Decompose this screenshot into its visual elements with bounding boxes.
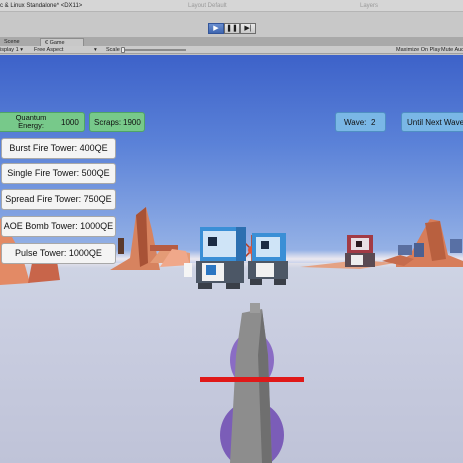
burst-fire-tower-button[interactable]: Burst Fire Tower: 400QE	[1, 138, 116, 159]
energy-value: 1000	[61, 118, 79, 127]
playback-controls: ▶ ❚❚ ▶|	[208, 23, 256, 34]
mute-audio-toggle[interactable]: Mute Aud	[441, 46, 463, 54]
wave-value: 2	[371, 118, 376, 127]
robot-enemy-distant	[345, 235, 375, 267]
next-wave-panel: Until Next Wave:	[401, 112, 463, 132]
robot-enemy-left	[196, 227, 246, 289]
robot-enemy-center	[248, 233, 288, 285]
tab-scene-label: Scene	[4, 39, 20, 45]
scraps-label: Scraps:	[94, 118, 122, 127]
aspect-dropdown-value: Free Aspect	[34, 47, 64, 53]
layout-ghost-text: Layout Default	[188, 3, 227, 9]
view-tabbar: Scene € Game	[0, 38, 463, 46]
pulse-tower-button[interactable]: Pulse Tower: 1000QE	[1, 243, 116, 264]
tab-game[interactable]: € Game	[40, 38, 84, 46]
game-view-controls: isplay 1 ▾ Free Aspect ▾ Scale Maximize …	[0, 46, 463, 54]
right-mesa-cluster	[300, 219, 463, 269]
display-dropdown[interactable]: isplay 1 ▾	[0, 46, 23, 54]
game-viewport[interactable]: Quantum Energy: 1000 Scraps: 1900 Wave: …	[0, 55, 463, 463]
scraps-panel: Scraps: 1900	[89, 112, 145, 132]
aspect-chevron-down-icon[interactable]: ▾	[94, 46, 97, 54]
aspect-dropdown[interactable]: Free Aspect	[34, 46, 63, 54]
spread-fire-tower-button[interactable]: Spread Fire Tower: 750QE	[1, 189, 116, 210]
player-weapon	[220, 303, 284, 463]
editor-toolbar: ▶ ❚❚ ▶|	[0, 12, 463, 38]
play-button[interactable]: ▶	[208, 23, 224, 34]
energy-label: Quantum Energy:	[15, 113, 47, 130]
window-titlebar: c & Linux Standalone* <DX11> Layout Defa…	[0, 0, 463, 12]
layers-ghost-text: Layers	[360, 3, 379, 9]
next-wave-label: Until Next Wave:	[407, 118, 463, 127]
pause-button[interactable]: ❚❚	[224, 23, 240, 34]
chevron-down-icon: ▾	[20, 47, 23, 53]
quantum-energy-panel: Quantum Energy: 1000	[0, 112, 85, 132]
wave-label: Wave:	[344, 118, 367, 127]
scale-slider-track[interactable]	[122, 49, 186, 51]
maximize-on-play-toggle[interactable]: Maximize On Play	[396, 46, 440, 54]
aoe-bomb-tower-button[interactable]: AOE Bomb Tower: 1000QE	[1, 216, 116, 237]
single-fire-tower-button[interactable]: Single Fire Tower: 500QE	[1, 163, 116, 184]
step-button[interactable]: ▶|	[240, 23, 256, 34]
health-bar	[200, 377, 304, 382]
window-title: c & Linux Standalone* <DX11>	[0, 3, 83, 9]
display-dropdown-value: isplay 1	[0, 47, 19, 53]
wave-panel: Wave: 2	[335, 112, 386, 132]
scraps-value: 1900	[123, 118, 141, 127]
tab-scene[interactable]: Scene	[0, 38, 40, 46]
scale-slider-handle[interactable]	[121, 47, 125, 53]
scale-label: Scale	[106, 47, 120, 53]
